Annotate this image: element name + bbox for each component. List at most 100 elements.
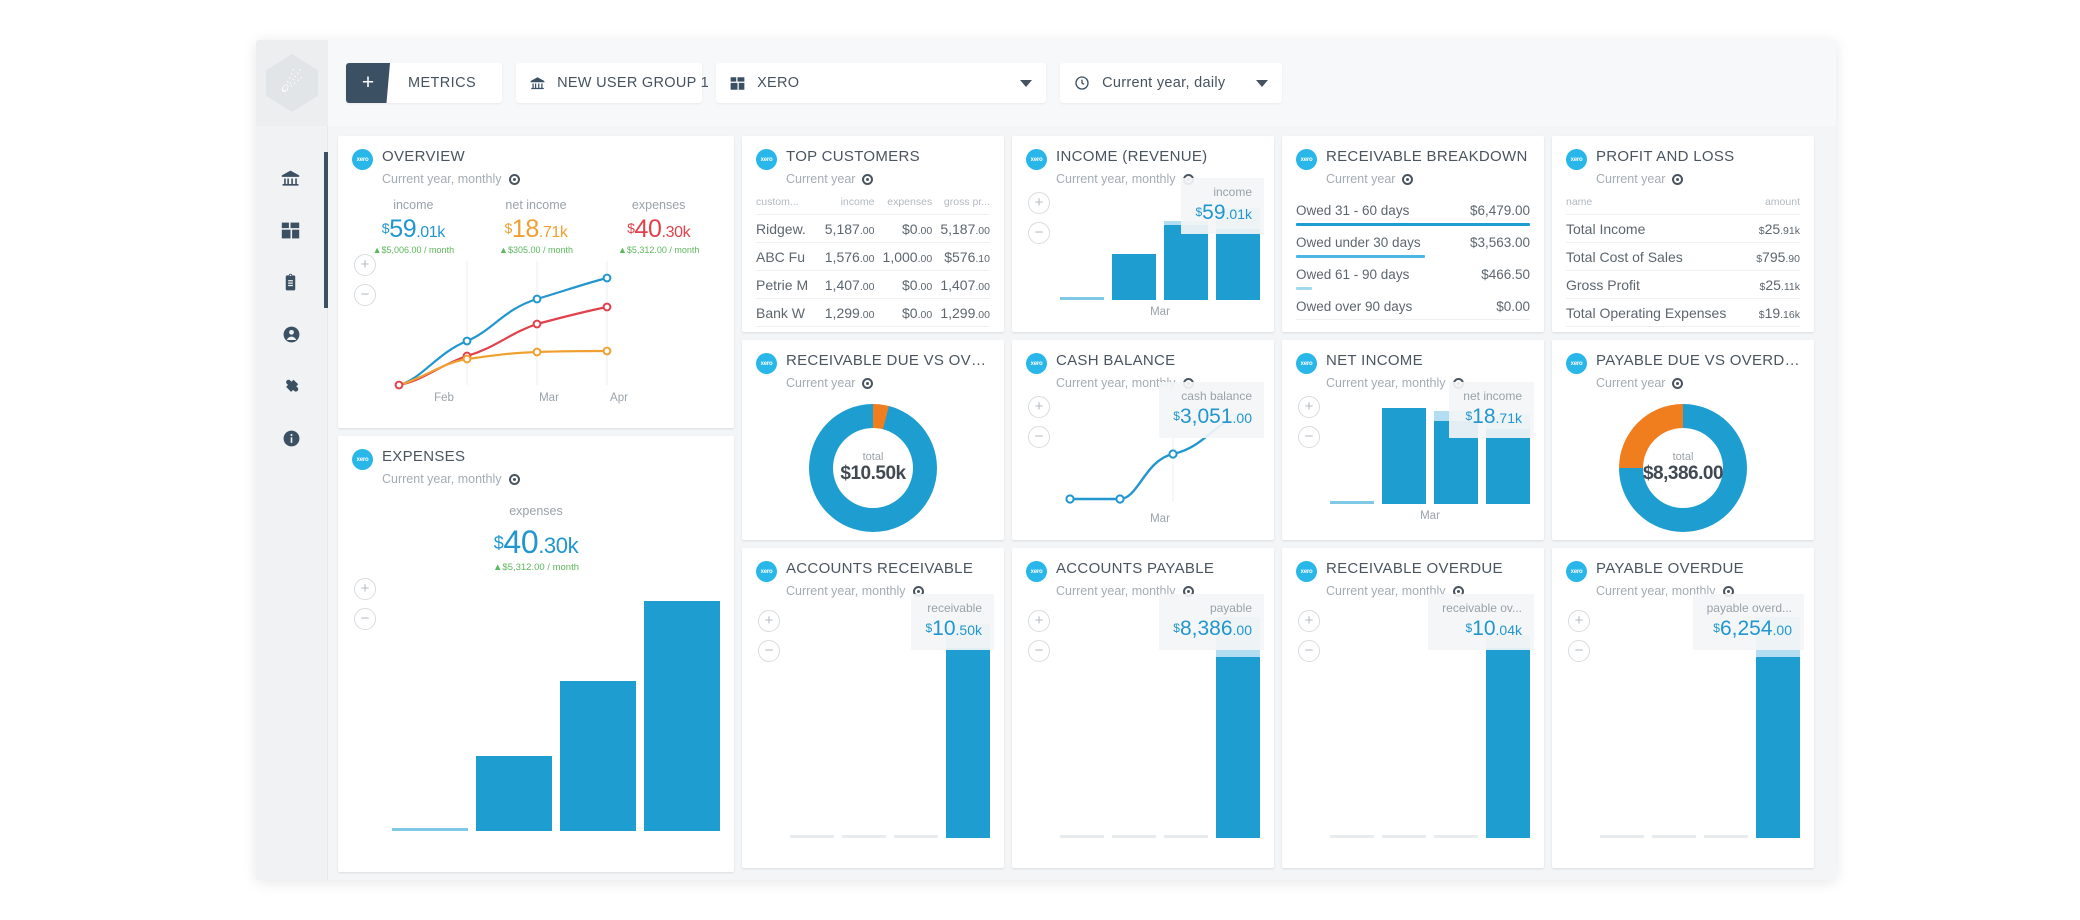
x-axis-labels: Feb Mar Apr [374, 392, 720, 404]
widget-income-revenue[interactable]: xero INCOME (REVENUE) Current year, mont… [1012, 136, 1274, 332]
card-subtitle: Current year [786, 376, 990, 390]
chevron-down-icon[interactable] [1256, 79, 1269, 87]
widget-net-income[interactable]: xero NET INCOME Current year, monthly ne… [1282, 340, 1544, 540]
sidebar-item-integrations[interactable] [256, 360, 327, 412]
kpi-label: net income [505, 198, 567, 212]
widget-accounts-receivable[interactable]: xero ACCOUNTS RECEIVABLE Current year, m… [742, 548, 1004, 868]
table-row[interactable]: Total Cost of Sales $795.90 [1566, 242, 1800, 271]
xero-badge-icon: xero [756, 561, 777, 582]
table-row[interactable]: Net Profit $5,948.00 [1566, 326, 1800, 332]
zoom-controls[interactable]: + − [1028, 396, 1050, 456]
cell-customer: Ridgew. [756, 214, 817, 243]
bar [1216, 617, 1260, 838]
widget-profit-and-loss[interactable]: xero PROFIT AND LOSS Current year name a… [1552, 136, 1814, 332]
cash-balance-line-chart [1065, 402, 1237, 504]
sidebar-item-dashboards[interactable] [256, 204, 324, 256]
widget-top-customers[interactable]: xero TOP CUSTOMERS Current year custom..… [742, 136, 1004, 332]
widget-receivable-breakdown[interactable]: xero RECEIVABLE BREAKDOWN Current year O… [1282, 136, 1544, 332]
column-header-customer[interactable]: custom... [756, 196, 817, 215]
breakdown-line: Owed 61 - 90 days $466.50 [1296, 260, 1530, 287]
currency-symbol: $ [504, 220, 512, 236]
donut-total-label: total [1672, 451, 1694, 463]
xero-badge-icon: xero [1026, 561, 1047, 582]
grid-icon [730, 76, 745, 91]
bar [644, 601, 720, 831]
data-source-dropdown[interactable]: XERO [716, 63, 1047, 103]
widget-cash-balance[interactable]: xero CASH BALANCE Current year, monthly … [1012, 340, 1274, 540]
table-row[interactable]: Ridgew. 5,187.00 $0.00 5,187.00 [756, 214, 990, 243]
widget-receivable-due-vs-overdue[interactable]: xero RECEIVABLE DUE VS OVE... Current ye… [742, 340, 1004, 540]
widget-receivable-overdue[interactable]: xero RECEIVABLE OVERDUE Current year, mo… [1282, 548, 1544, 868]
kpi-value: $59.01k [352, 215, 475, 244]
card-header: xero INCOME (REVENUE) [1026, 148, 1260, 170]
target-icon [1452, 585, 1464, 597]
card-subtitle-text: Current year [1596, 376, 1666, 390]
card-subtitle: Current year, monthly [1056, 376, 1260, 390]
kpi-int: 40 [634, 215, 662, 243]
table-row[interactable]: Total Operating Expenses $19.16k [1566, 298, 1800, 327]
plus-icon[interactable]: + [346, 63, 390, 103]
cell-amount: $25.91k [1739, 214, 1800, 243]
donut-ring: total $10.50k [809, 404, 937, 532]
xero-badge-icon: xero [756, 149, 777, 170]
kpi-subtext-value: $305.00 / month [507, 245, 573, 255]
breakdown-label: Owed under 30 days [1296, 235, 1421, 250]
widget-overview[interactable]: xero OVERVIEW Current year, monthly inco… [338, 136, 734, 428]
bar [1060, 297, 1104, 300]
user-group-dropdown[interactable]: NEW USER GROUP 1 [516, 63, 734, 103]
cell-name: Gross Profit [1566, 270, 1740, 299]
period-dropdown[interactable]: Current year, daily [1060, 63, 1283, 103]
breakdown-value: $466.50 [1481, 267, 1530, 282]
table-row[interactable]: Bank W 1,299.00 $0.00 1,299.00 [756, 298, 990, 327]
table-row[interactable]: Port & F 1,082.00 $0.00 1,082.00 [756, 326, 990, 332]
card-subtitle-text: Current year, monthly [382, 172, 502, 186]
column-header-gross-profit[interactable]: gross pr... [932, 196, 990, 215]
table-row[interactable]: Gross Profit $25.11k [1566, 270, 1800, 299]
bar [790, 835, 834, 838]
sidebar-item-account[interactable] [256, 308, 327, 360]
column-header-amount[interactable]: amount [1740, 196, 1800, 215]
column-header-expenses[interactable]: expenses [874, 196, 932, 215]
card-title: OVERVIEW [382, 148, 465, 165]
sidebar-item-info[interactable] [256, 412, 327, 464]
kpi-subtext-value: $5,006.00 / month [381, 245, 455, 255]
metric-label: expenses [509, 504, 563, 518]
sidebar-item-bank[interactable] [256, 152, 324, 204]
receivable-overdue-bar-chart [1296, 612, 1530, 838]
cell-expenses: $0.00 [874, 298, 933, 327]
xero-badge-icon: xero [1566, 353, 1587, 374]
widget-payable-due-vs-overdue[interactable]: xero PAYABLE DUE VS OVERDUE Current year… [1552, 340, 1814, 540]
table-row[interactable]: ABC Fu 1,576.00 1,000.00 $576.10 [756, 242, 990, 271]
table-row[interactable]: Petrie M 1,407.00 $0.00 1,407.00 [756, 270, 990, 299]
sidebar-item-reports[interactable] [256, 256, 324, 308]
donut-total-label: total [862, 451, 884, 463]
cell-gross-profit: 1,082.00 [932, 326, 990, 332]
widget-expenses[interactable]: xero EXPENSES Current year, monthly expe… [338, 436, 734, 872]
column-header-name[interactable]: name [1566, 196, 1740, 215]
xero-badge-icon: xero [1026, 149, 1047, 170]
column-header-income[interactable]: income [817, 196, 875, 215]
bar [1164, 220, 1208, 300]
axis-tick: Mar [1150, 513, 1170, 525]
cell-income: 5,187.00 [816, 214, 875, 243]
kpi-label: income [393, 198, 434, 212]
axis-tick: Mar [539, 392, 559, 404]
data-source-value: XERO [757, 75, 800, 91]
bar [946, 623, 990, 838]
bar [1382, 835, 1426, 838]
bar [476, 756, 552, 831]
zoom-in-button[interactable]: + [1028, 396, 1050, 418]
card-subtitle: Current year, monthly [1596, 584, 1800, 598]
top-toolbar: + METRICS NEW USER GROUP 1 XERO Current … [328, 40, 1836, 126]
breakdown-row: Owed 31 - 60 days $6,479.00 [1296, 196, 1530, 226]
cell-name: Net Profit [1566, 326, 1740, 332]
widget-accounts-payable[interactable]: xero ACCOUNTS PAYABLE Current year, mont… [1012, 548, 1274, 868]
chevron-down-icon[interactable] [1020, 79, 1033, 87]
zoom-out-button[interactable]: − [1028, 426, 1050, 448]
widget-payable-overdue[interactable]: xero PAYABLE OVERDUE Current year, month… [1552, 548, 1814, 868]
metrics-button[interactable]: + METRICS [346, 63, 503, 103]
donut-total-value: $8,386.00 [1642, 463, 1724, 484]
card-header: xero NET INCOME [1296, 352, 1530, 374]
card-title: TOP CUSTOMERS [786, 148, 920, 165]
table-row[interactable]: Total Income $25.91k [1566, 214, 1800, 243]
